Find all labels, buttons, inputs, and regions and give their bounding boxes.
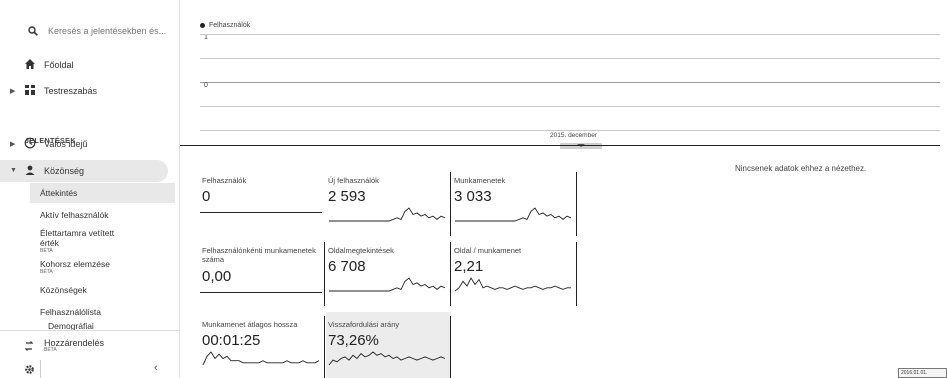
metric-title: Felhasználónkénti munkamenetek száma xyxy=(202,246,316,264)
sidebar-subitem-label: Kohorsz elemzése xyxy=(40,259,110,269)
sidebar-subitem-cohort[interactable]: Kohorsz elemzése BÉTA xyxy=(40,259,110,275)
sidebar-subitem-user-explorer[interactable]: Felhasználólista xyxy=(40,307,101,317)
sparkline xyxy=(202,351,320,366)
collapse-sidebar-icon[interactable]: ‹ xyxy=(154,362,158,374)
metric-card[interactable]: Munkamenetek 3 033 xyxy=(452,168,577,240)
metric-underline xyxy=(200,292,322,293)
metric-value: 73,26% xyxy=(328,332,379,349)
metric-value: 0 xyxy=(202,188,211,205)
beta-badge: BÉTA xyxy=(44,347,57,353)
expand-arrow-icon: ▶ xyxy=(10,88,16,95)
card-divider xyxy=(450,242,451,306)
sidebar-subitem-audiences[interactable]: Közönségek xyxy=(40,285,87,295)
search-icon xyxy=(28,26,38,36)
metric-card[interactable]: Felhasználónkénti munkamenetek száma 0,00 xyxy=(200,238,325,310)
metric-card[interactable]: Új felhasználók 2 593 xyxy=(326,168,451,240)
sidebar-subitem-overview[interactable]: Áttekintés xyxy=(40,188,77,198)
sidebar-divider xyxy=(0,330,180,331)
report-search[interactable]: Keresés a jelentésekben és... xyxy=(0,20,180,44)
card-divider xyxy=(450,316,451,378)
collapse-arrow-icon: ▼ xyxy=(10,167,17,174)
sparkline xyxy=(329,277,446,292)
card-divider xyxy=(324,316,325,378)
metric-card[interactable]: Munkamenet átlagos hossza 00:01:25 xyxy=(200,312,325,378)
person-icon xyxy=(25,165,35,175)
metric-title: Felhasználók xyxy=(202,176,247,185)
legend-dot-icon xyxy=(200,23,205,28)
y-tick-bottom: 0 xyxy=(204,82,208,89)
gridline-zero xyxy=(200,82,940,83)
home-icon xyxy=(25,59,35,69)
metric-card[interactable]: Oldal / munkamenet 2,21 xyxy=(452,238,577,310)
no-data-message: Nincsenek adatok ehhez a nézethez. xyxy=(735,164,867,173)
metric-value: 0,00 xyxy=(202,268,232,285)
sparkline-path xyxy=(455,207,572,222)
metric-title: Munkamenet átlagos hossza xyxy=(202,320,298,329)
card-divider xyxy=(450,172,451,236)
sparkline xyxy=(329,207,446,222)
metric-value: 6 708 xyxy=(328,258,366,275)
gridline xyxy=(200,106,940,107)
sidebar: Keresés a jelentésekben és... Főoldal ▶ … xyxy=(0,0,180,378)
sidebar-item-label: Testreszabás xyxy=(44,86,98,96)
card-divider xyxy=(324,242,325,306)
search-placeholder: Keresés a jelentésekben és... xyxy=(48,26,167,36)
date-box[interactable]: 2016.01.01. xyxy=(898,368,947,378)
metric-title: Munkamenetek xyxy=(454,176,506,185)
metric-underline xyxy=(200,212,322,213)
gridline-axis xyxy=(200,130,940,131)
clock-icon xyxy=(24,137,36,149)
expand-arrow-icon: ▶ xyxy=(10,141,16,148)
main-content: Felhasználók 1 0 2015. december Felhaszn… xyxy=(180,0,947,378)
sidebar-subitem-lifetime-value[interactable]: Élettartamra vetített érték BÉTA xyxy=(40,228,130,254)
sidebar-item-label: Valós idejű xyxy=(44,139,88,149)
metric-title: Visszafordulási arány xyxy=(328,320,400,329)
chart-divider xyxy=(180,145,940,146)
y-tick-top: 1 xyxy=(204,34,208,41)
sidebar-item-customize[interactable]: ▶ Testreszabás xyxy=(0,80,180,102)
beta-badge: BÉTA xyxy=(40,269,53,275)
metric-title: Oldal / munkamenet xyxy=(454,246,522,255)
gridline-top xyxy=(200,34,940,35)
sparkline xyxy=(454,277,571,292)
beta-badge: BÉTA xyxy=(40,248,53,254)
sidebar-item-home[interactable]: Főoldal xyxy=(0,54,180,76)
sidebar-item-audience[interactable]: ▼ Közönség xyxy=(0,160,168,182)
metric-card[interactable]: Visszafordulási arány 73,26% xyxy=(326,312,451,378)
sparkline xyxy=(455,207,572,222)
sidebar-item-realtime-row[interactable]: ▶ Valós idejű xyxy=(0,133,180,155)
attribution-icon xyxy=(24,341,34,351)
metric-title: Új felhasználók xyxy=(328,176,379,185)
sparkline xyxy=(328,351,446,366)
dashboard-grid-icon xyxy=(25,85,35,95)
settings-gear-icon[interactable] xyxy=(24,364,35,375)
chart-expand-handle[interactable] xyxy=(560,143,602,149)
sparkline-path xyxy=(454,277,571,292)
metric-value: 2 593 xyxy=(328,188,366,205)
sidebar-subitem-label: Élettartamra vetített érték xyxy=(40,228,115,248)
sidebar-item-label: Közönség xyxy=(44,166,85,176)
sidebar-subitem-active-users[interactable]: Aktív felhasználók xyxy=(40,210,109,220)
metric-card[interactable]: Felhasználók 0 xyxy=(200,168,325,240)
sidebar-item-label: Főoldal xyxy=(44,60,74,70)
metric-card[interactable]: Oldalmegtekintések 6 708 xyxy=(326,238,451,310)
metric-title: Oldalmegtekintések xyxy=(328,246,394,255)
users-line-chart: Felhasználók 1 0 2015. december xyxy=(200,20,940,150)
metric-value: 2,21 xyxy=(454,258,484,275)
x-axis-label: 2015. december xyxy=(550,132,597,139)
sparkline-path xyxy=(202,351,320,366)
metric-value: 00:01:25 xyxy=(202,332,261,349)
metric-value: 3 033 xyxy=(454,188,492,205)
sidebar-item-attribution[interactable]: Hozzárendelés BÉTA xyxy=(0,336,180,358)
sparkline-path xyxy=(329,207,446,222)
legend-label: Felhasználók xyxy=(209,22,251,29)
gridline xyxy=(200,58,940,59)
sparkline-path xyxy=(329,277,446,292)
sparkline-path xyxy=(328,351,446,366)
card-divider xyxy=(576,242,577,306)
card-divider xyxy=(576,172,577,236)
chart-legend[interactable]: Felhasználók xyxy=(200,22,250,29)
sidebar-bottom-divider xyxy=(40,360,41,378)
